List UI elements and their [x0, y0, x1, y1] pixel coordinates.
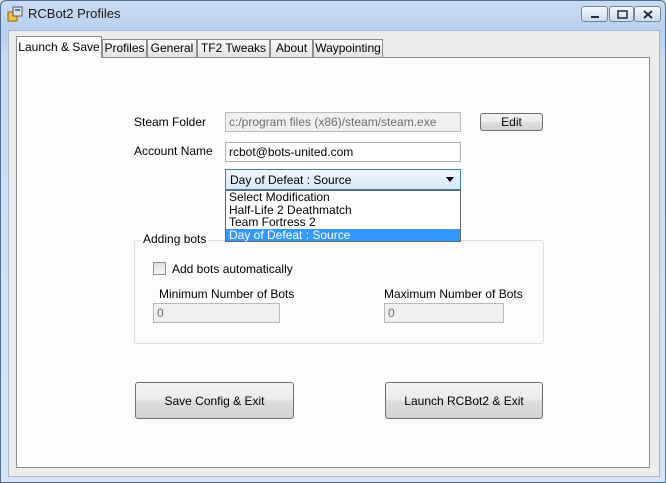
- tab-launch-save[interactable]: Launch & Save: [16, 36, 102, 58]
- mod-option-dods[interactable]: Day of Defeat : Source: [226, 228, 460, 241]
- chevron-down-icon: [446, 177, 454, 182]
- app-window: RCBot2 Profiles Launch & Save Profiles G…: [0, 0, 666, 483]
- window-title: RCBot2 Profiles: [28, 6, 121, 21]
- steam-folder-field[interactable]: c:/program files (x86)/steam/steam.exe: [225, 112, 461, 132]
- steam-folder-label: Steam Folder: [134, 115, 207, 129]
- minimize-icon: [591, 16, 599, 18]
- mod-select[interactable]: Day of Defeat : Source: [225, 169, 461, 190]
- max-bots-label: Maximum Number of Bots: [384, 287, 523, 301]
- tab-about[interactable]: About: [270, 39, 313, 57]
- minimize-button[interactable]: [581, 6, 608, 22]
- launch-save-page: Steam Folder c:/program files (x86)/stea…: [16, 57, 650, 468]
- close-button[interactable]: [634, 6, 661, 22]
- min-bots-label: Minimum Number of Bots: [159, 287, 295, 301]
- client-area: Launch & Save Profiles General TF2 Tweak…: [8, 30, 660, 477]
- tab-general[interactable]: General: [147, 39, 197, 57]
- add-bots-auto-label[interactable]: Add bots automatically: [172, 262, 293, 276]
- add-bots-auto-checkbox[interactable]: [153, 262, 166, 275]
- tab-profiles[interactable]: Profiles: [102, 39, 147, 57]
- account-name-field[interactable]: rcbot@bots-united.com: [225, 142, 461, 162]
- mod-dropdown-list: Select Modification Half-Life 2 Deathmat…: [225, 190, 461, 242]
- launch-rcbot2-exit-button[interactable]: Launch RCBot2 & Exit: [385, 382, 543, 419]
- app-icon: [7, 6, 23, 22]
- account-name-label: Account Name: [134, 144, 213, 158]
- tab-tf2-tweaks[interactable]: TF2 Tweaks: [197, 39, 270, 57]
- max-bots-field[interactable]: 0: [384, 303, 504, 323]
- tab-waypointing[interactable]: Waypointing: [313, 39, 383, 57]
- mod-select-value: Day of Defeat : Source: [230, 173, 352, 187]
- close-icon: [643, 10, 653, 19]
- min-bots-field[interactable]: 0: [153, 303, 280, 323]
- edit-button[interactable]: Edit: [480, 113, 543, 131]
- mod-option-tf2[interactable]: Team Fortress 2: [226, 216, 460, 229]
- adding-bots-group: Adding bots Add bots automatically Minim…: [134, 232, 544, 344]
- adding-bots-legend: Adding bots: [141, 232, 209, 246]
- maximize-button[interactable]: [609, 6, 634, 22]
- save-config-exit-button[interactable]: Save Config & Exit: [135, 382, 294, 419]
- maximize-icon: [617, 10, 628, 19]
- mod-option-select-modification[interactable]: Select Modification: [226, 191, 460, 204]
- title-bar[interactable]: RCBot2 Profiles: [1, 1, 665, 29]
